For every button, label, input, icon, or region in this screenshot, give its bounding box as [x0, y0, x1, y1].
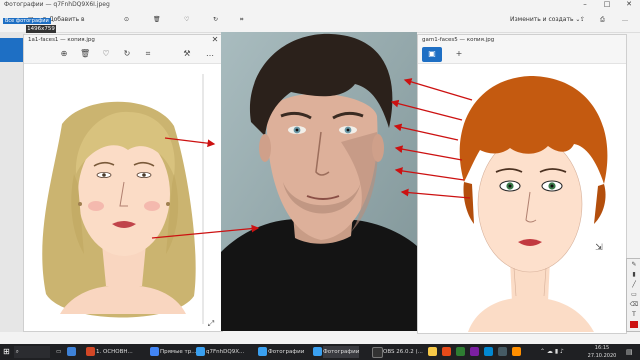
- taskbar: ⊞ ⌕ ▭ 1. ОСНОВН... Прямые тр... q7FnhDQ9…: [0, 344, 640, 360]
- arrow-right-4: [394, 145, 463, 161]
- arrow-right-5: [394, 167, 465, 181]
- photos-icon-2[interactable]: [258, 347, 267, 356]
- clock[interactable]: 16:15 27.10.2020: [584, 344, 620, 359]
- tray-icons[interactable]: ⌃ ☁ ▮ ♪: [540, 346, 564, 358]
- taskbar-item-5[interactable]: Фотографии: [323, 346, 360, 358]
- pen-icon[interactable]: ✎: [629, 261, 639, 269]
- app-icon-c[interactable]: [470, 347, 479, 356]
- explorer-icon[interactable]: [428, 347, 437, 356]
- annotation-tool-palette: ✎ ▮ ╱ ▭ ⌫ T: [626, 258, 640, 332]
- taskview-icon[interactable]: ▭: [56, 346, 61, 358]
- taskbar-item-3[interactable]: q7FnhDQ9X...: [206, 346, 244, 358]
- line-icon[interactable]: ╱: [629, 281, 639, 289]
- text-icon[interactable]: T: [629, 311, 639, 319]
- taskbar-item-2[interactable]: Прямые тр...: [160, 346, 197, 358]
- obs-icon[interactable]: [372, 347, 383, 358]
- start-icon[interactable]: ⊞: [3, 346, 10, 358]
- app-icon-a[interactable]: [442, 347, 451, 356]
- arrow-hair-left: [164, 137, 216, 148]
- edge-icon[interactable]: [67, 347, 76, 356]
- rectangle-icon[interactable]: ▭: [629, 291, 639, 299]
- photos-icon-1[interactable]: [196, 347, 205, 356]
- app-icon-e[interactable]: [498, 347, 507, 356]
- taskbar-item-4[interactable]: Фотографии: [268, 346, 304, 358]
- taskbar-item-1[interactable]: 1. ОСНОВН...: [96, 346, 133, 358]
- eraser-icon[interactable]: ⌫: [629, 301, 639, 309]
- chrome-icon[interactable]: [150, 347, 159, 356]
- highlighter-icon[interactable]: ▮: [629, 271, 639, 279]
- search-box[interactable]: ⌕: [14, 346, 50, 358]
- app-icon-b[interactable]: [456, 347, 465, 356]
- app-icon-d[interactable]: [484, 347, 493, 356]
- notifications-icon[interactable]: ▤: [626, 346, 633, 358]
- photos-icon-3[interactable]: [313, 347, 322, 356]
- arrow-right-1: [403, 78, 473, 101]
- powerpoint-icon[interactable]: [86, 347, 95, 356]
- arrow-right-2: [390, 99, 463, 121]
- color-swatch[interactable]: [630, 321, 638, 328]
- arrow-neck-left: [151, 224, 260, 239]
- arrow-right-3: [393, 123, 459, 141]
- arrow-right-6: [400, 188, 471, 199]
- clock-date: 27.10.2020: [587, 353, 617, 359]
- annotation-arrows: [151, 78, 473, 239]
- app-icon-f[interactable]: [512, 347, 521, 356]
- taskbar-item-6[interactable]: OBS 26.0.2 (...: [383, 346, 423, 358]
- clock-time: 16:15: [594, 345, 610, 351]
